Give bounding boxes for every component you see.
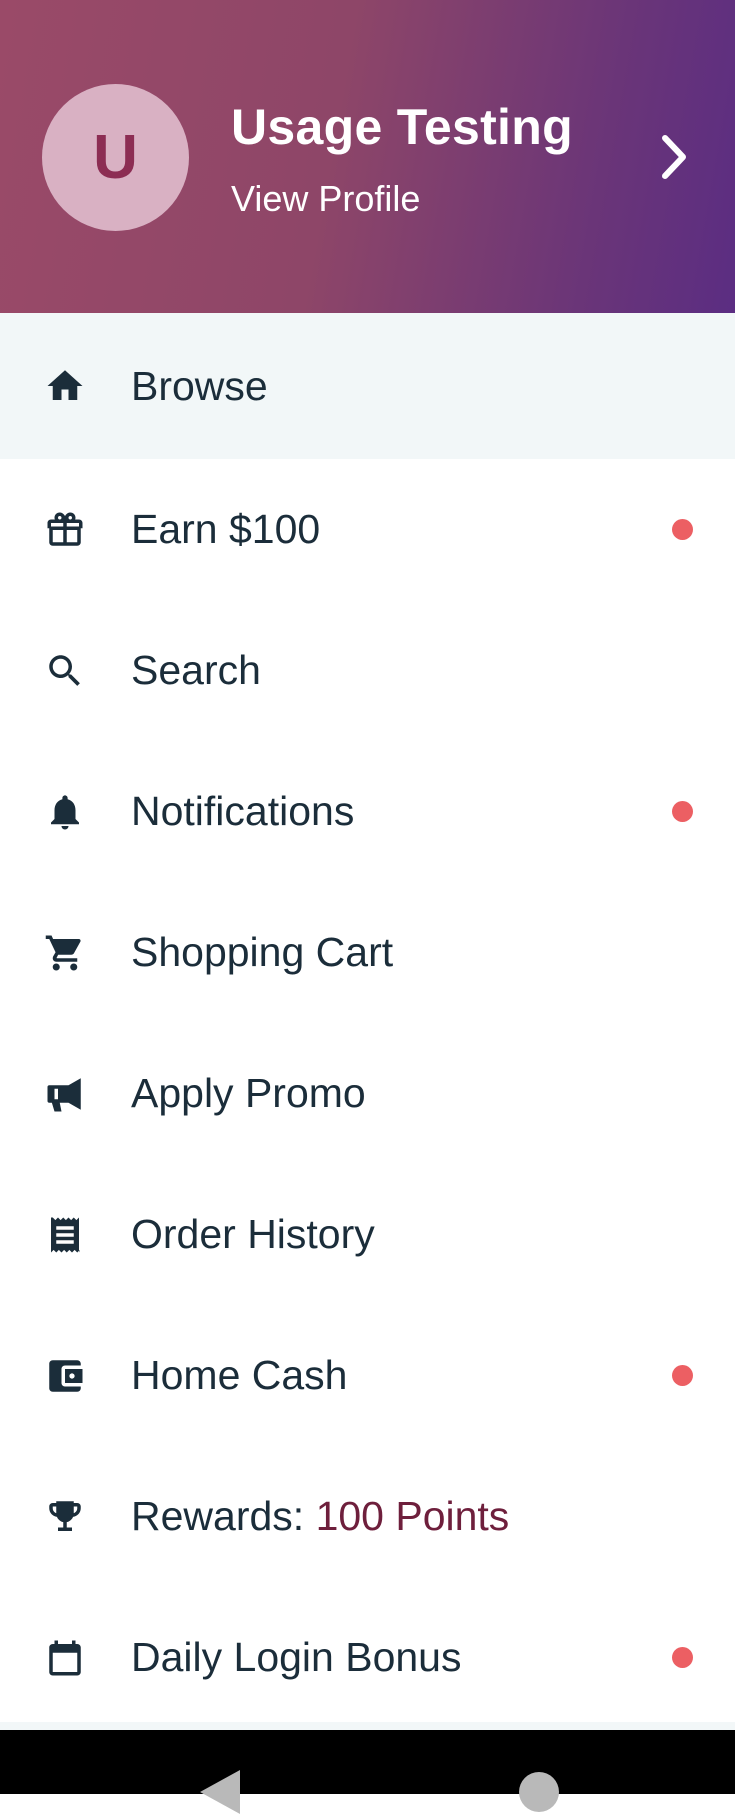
system-navigation-bar xyxy=(0,1730,735,1814)
menu-item-home-cash[interactable]: Home Cash xyxy=(0,1305,735,1446)
avatar: U xyxy=(42,84,189,231)
notification-dot xyxy=(672,1365,693,1386)
megaphone-icon xyxy=(42,1071,88,1117)
menu-item-label: Home Cash xyxy=(131,1352,348,1398)
rewards-points-value: 100 Points xyxy=(315,1493,510,1539)
menu-item-search[interactable]: Search xyxy=(0,600,735,741)
bell-icon xyxy=(42,789,88,835)
menu-item-label: Search xyxy=(131,647,261,693)
menu-item-label: Apply Promo xyxy=(131,1070,366,1116)
profile-header[interactable]: U Usage Testing View Profile xyxy=(0,0,735,313)
menu-item-label: Shopping Cart xyxy=(131,929,394,975)
chevron-right-icon[interactable] xyxy=(655,132,695,182)
wallet-icon xyxy=(42,1353,88,1399)
calendar-icon xyxy=(42,1635,88,1681)
menu-item-label: Notifications xyxy=(131,788,355,834)
menu-item-order-history[interactable]: Order History xyxy=(0,1164,735,1305)
rewards-label: Rewards: xyxy=(131,1493,316,1539)
gift-icon xyxy=(42,507,88,553)
receipt-icon xyxy=(42,1212,88,1258)
menu-item-daily-login-bonus[interactable]: Daily Login Bonus xyxy=(0,1587,735,1728)
menu-item-label: Rewards: 100 Points xyxy=(131,1493,509,1540)
notification-dot xyxy=(672,519,693,540)
menu-item-apply-promo[interactable]: Apply Promo xyxy=(0,1023,735,1164)
notification-dot xyxy=(672,801,693,822)
avatar-initial: U xyxy=(93,123,138,192)
search-icon xyxy=(42,648,88,694)
profile-name: Usage Testing xyxy=(231,99,573,155)
menu-item-browse[interactable]: Browse xyxy=(0,313,735,459)
navigation-menu: Browse Earn $100 Search Notifications Sh… xyxy=(0,313,735,1728)
menu-item-label: Browse xyxy=(131,362,268,409)
menu-item-label: Order History xyxy=(131,1211,375,1257)
home-icon xyxy=(42,363,88,409)
menu-item-shopping-cart[interactable]: Shopping Cart xyxy=(0,882,735,1023)
menu-item-label: Earn $100 xyxy=(131,506,321,552)
menu-item-rewards[interactable]: Rewards: 100 Points xyxy=(0,1446,735,1587)
menu-item-earn[interactable]: Earn $100 xyxy=(0,459,735,600)
notification-dot xyxy=(672,1647,693,1668)
divider xyxy=(0,1722,735,1730)
view-profile-link[interactable]: View Profile xyxy=(231,178,420,220)
trophy-icon xyxy=(42,1494,88,1540)
home-button-icon[interactable] xyxy=(519,1772,559,1812)
menu-item-label: Daily Login Bonus xyxy=(131,1634,462,1680)
menu-item-notifications[interactable]: Notifications xyxy=(0,741,735,882)
cart-icon xyxy=(42,930,88,976)
back-icon[interactable] xyxy=(200,1770,240,1814)
